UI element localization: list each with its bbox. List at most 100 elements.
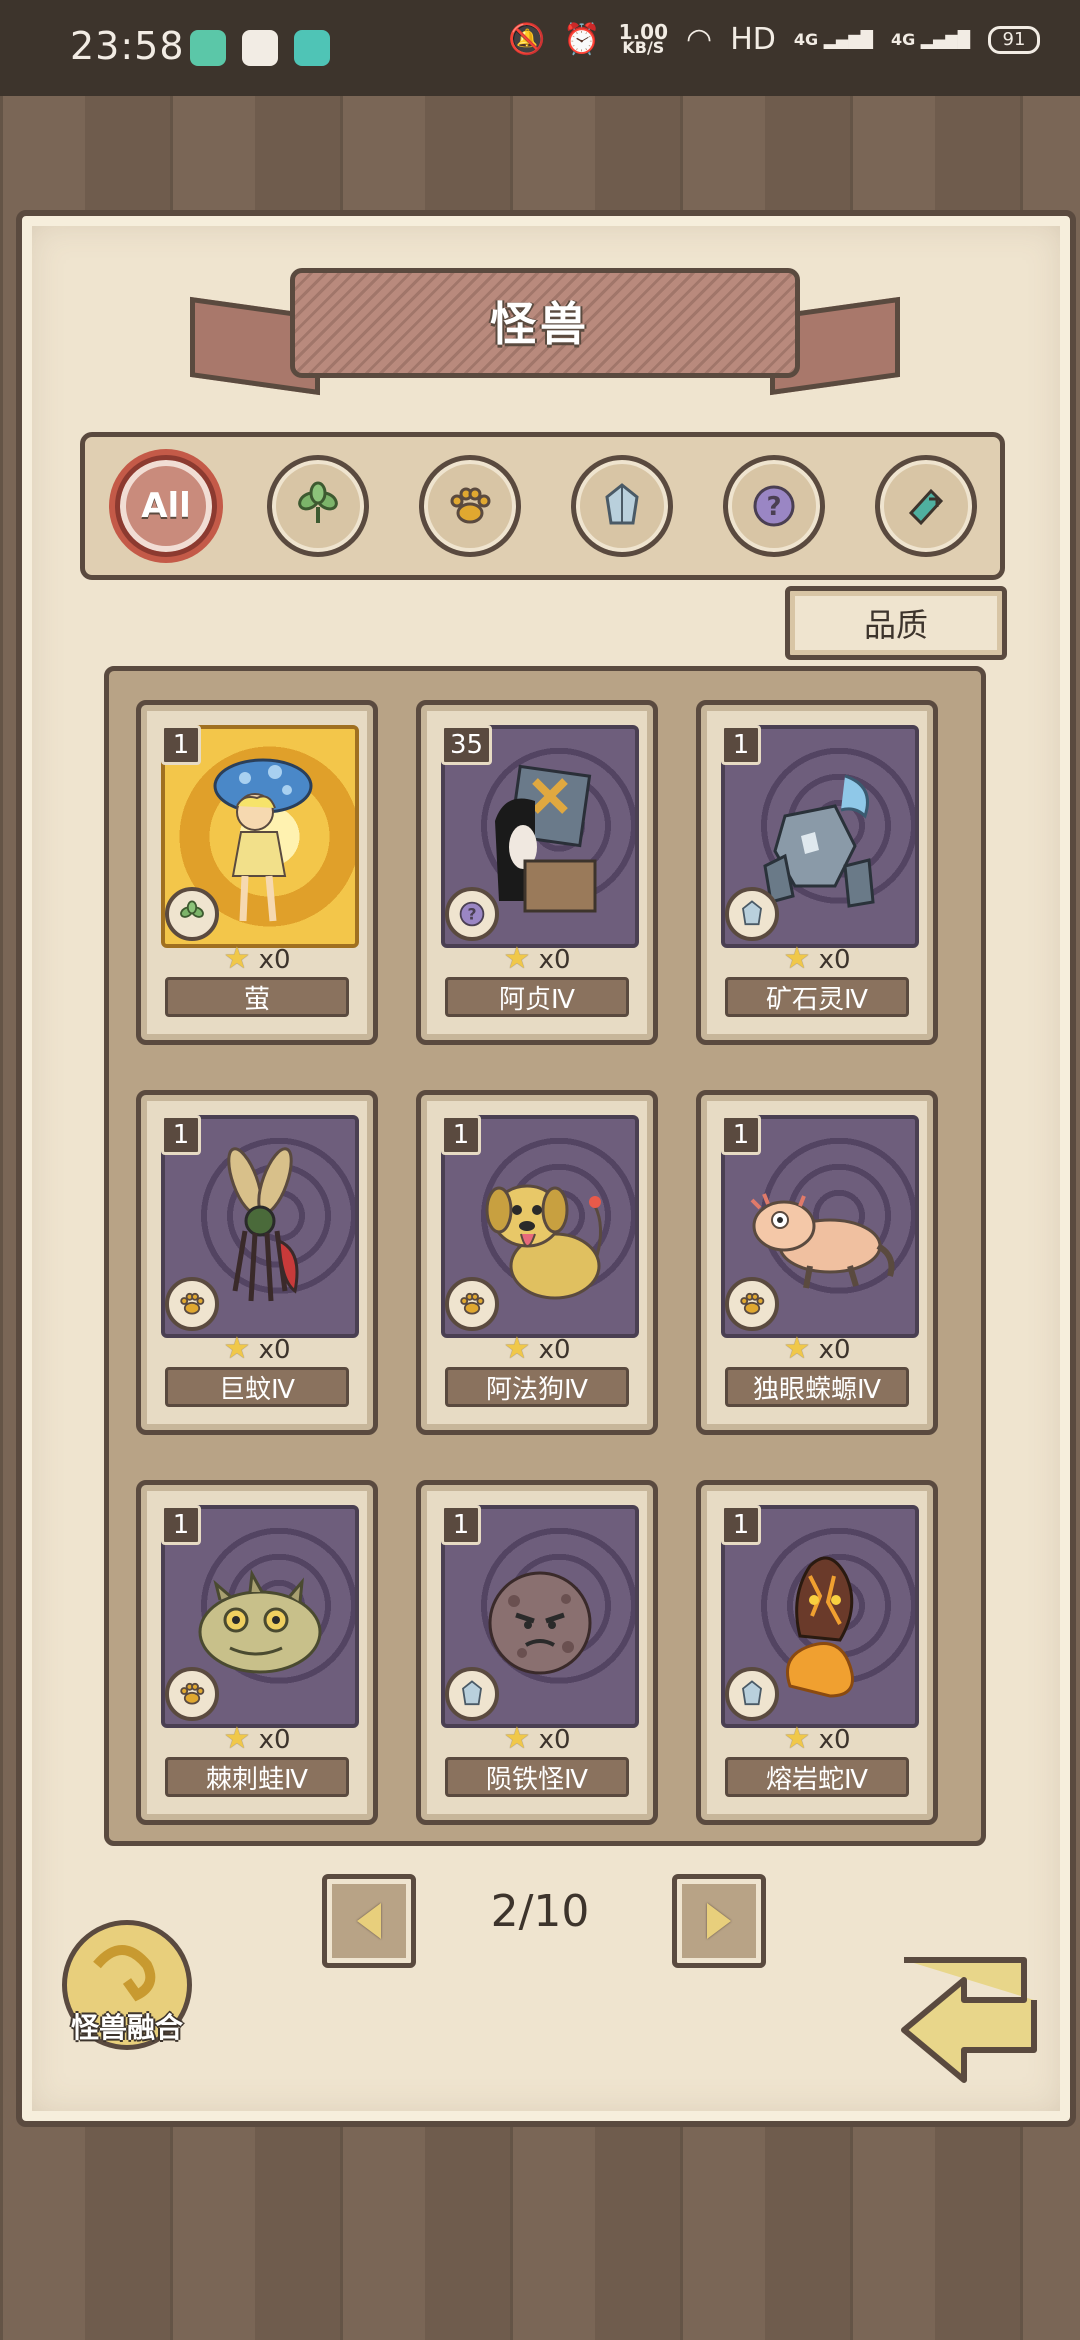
filter-all-button[interactable]: All (115, 455, 217, 557)
filter-all-label: All (141, 486, 191, 526)
network-speed-unit: KB/S (622, 37, 665, 57)
star-icon: ★ (503, 941, 531, 976)
arrow-right-icon (707, 1903, 731, 1939)
type-badge (445, 1667, 499, 1721)
paw-icon (180, 1292, 205, 1315)
category-filter-bar: All ? (80, 432, 1005, 580)
next-page-button[interactable] (672, 1874, 766, 1968)
owned-count-badge: 1 (161, 1115, 201, 1155)
monster-card-ore-spirit[interactable]: 1 ★ x0 矿石灵Ⅳ (696, 700, 938, 1045)
type-badge (725, 887, 779, 941)
star-icon: ★ (783, 941, 811, 976)
star-count: ★ x0 (701, 1331, 933, 1366)
monster-card-lava-snake[interactable]: 1 ★ x0 熔岩蛇Ⅳ (696, 1480, 938, 1825)
owned-count-badge: 1 (721, 1115, 761, 1155)
crystal-icon (742, 1680, 762, 1706)
prev-page-button[interactable] (322, 1874, 416, 1968)
monster-card-alpha-dog[interactable]: 1 ★ x0 阿法狗Ⅳ (416, 1090, 658, 1435)
monster-card-cyclops-newt[interactable]: 1 ★ x0 独眼蝾螈Ⅳ (696, 1090, 938, 1435)
star-icon: ★ (503, 1721, 531, 1756)
plant-icon (180, 900, 204, 918)
crystal-icon (462, 1680, 482, 1706)
signal-1-label: 4G (793, 29, 819, 49)
type-badge (165, 1277, 219, 1331)
monster-fusion-label: 怪兽融合 (70, 2011, 183, 2044)
type-badge (445, 1277, 499, 1331)
filter-plant-button[interactable] (267, 455, 369, 557)
star-count-value: x0 (258, 1725, 291, 1755)
monster-card-meteor-beast[interactable]: 1 ★ x0 陨铁怪Ⅳ (416, 1480, 658, 1825)
monster-name: 棘刺蛙Ⅳ (165, 1757, 349, 1797)
star-count-value: x0 (818, 1335, 851, 1365)
star-count: ★ x0 (701, 941, 933, 976)
filter-mineral-button[interactable] (571, 455, 673, 557)
signal-2-label: 4G (890, 29, 916, 49)
paw-icon (450, 487, 491, 524)
monster-name: 萤 (165, 977, 349, 1017)
chat-app-icon (294, 30, 330, 66)
star-count: ★ x0 (421, 1331, 653, 1366)
star-count: ★ x0 (141, 1331, 373, 1366)
star-icon: ★ (783, 1331, 811, 1366)
paw-icon (180, 1682, 205, 1705)
svg-text:?: ? (467, 905, 476, 923)
status-time: 23:58 (70, 24, 185, 68)
star-icon: ★ (783, 1721, 811, 1756)
star-count-value: x0 (258, 945, 291, 975)
monster-card-azhen[interactable]: 35 ? ★ x0 阿贞Ⅳ (416, 700, 658, 1045)
network-speed: 1.00 KB/S (619, 22, 668, 57)
star-icon: ★ (223, 941, 251, 976)
monster-name: 陨铁怪Ⅳ (445, 1757, 629, 1797)
app-notification-icon (190, 30, 226, 66)
meteor-beast-icon (488, 1571, 592, 1675)
filter-unknown-button[interactable]: ? (723, 455, 825, 557)
owned-count-badge: 1 (161, 725, 201, 765)
plant-icon (298, 481, 338, 523)
mute-icon: 🔕 (507, 22, 546, 57)
return-button[interactable] (884, 1940, 1044, 2090)
gear-icon (908, 488, 944, 526)
alarm-icon: ⏰ (563, 22, 601, 57)
hd-label: HD (730, 22, 776, 57)
star-icon: ★ (223, 1331, 251, 1366)
owned-count-badge: 1 (721, 725, 761, 765)
battery-indicator: 91 (988, 25, 1040, 54)
monster-name: 巨蚊Ⅳ (165, 1367, 349, 1407)
monster-name: 阿法狗Ⅳ (445, 1367, 629, 1407)
star-count: ★ x0 (701, 1721, 933, 1756)
question-icon: ? (459, 901, 485, 927)
star-count-value: x0 (538, 1335, 571, 1365)
monster-name: 独眼蝾螈Ⅳ (725, 1367, 909, 1407)
sort-quality-label: 品质 (863, 606, 928, 644)
monster-card-ying[interactable]: 1 ★ x0 萤 (136, 700, 378, 1045)
star-count: ★ x0 (421, 941, 653, 976)
star-count-value: x0 (258, 1335, 291, 1365)
return-arrow-icon (901, 1957, 1037, 2083)
paw-icon (460, 1292, 485, 1315)
star-count: ★ x0 (141, 1721, 373, 1756)
crystal-icon (605, 483, 639, 525)
paw-icon (740, 1292, 765, 1315)
page-title: 怪兽 (490, 297, 590, 351)
type-badge (165, 887, 219, 941)
title-banner: 怪兽 (190, 268, 900, 396)
type-badge (165, 1667, 219, 1721)
monster-card-giant-mosquito[interactable]: 1 ★ x0 巨蚊Ⅳ (136, 1090, 378, 1435)
monster-fusion-button[interactable]: 怪兽融合 (56, 1920, 192, 2054)
type-badge: ? (445, 887, 499, 941)
star-count: ★ x0 (421, 1721, 653, 1756)
star-icon: ★ (223, 1721, 251, 1756)
monster-card-spiny-frog[interactable]: 1 ★ x0 棘刺蛙Ⅳ (136, 1480, 378, 1825)
type-badge (725, 1277, 779, 1331)
owl-app-icon (242, 30, 278, 66)
filter-mechanical-button[interactable] (875, 455, 977, 557)
sort-quality-button[interactable]: 品质 (785, 586, 1007, 660)
signal-1: 4G ▂▄▆█ (793, 29, 873, 49)
star-icon: ★ (503, 1331, 531, 1366)
filter-beast-button[interactable] (419, 455, 521, 557)
monster-name: 熔岩蛇Ⅳ (725, 1757, 909, 1797)
monster-name: 阿贞Ⅳ (445, 977, 629, 1017)
question-icon: ? (753, 485, 795, 527)
wifi-icon: ◠ (686, 22, 713, 57)
owned-count-badge: 1 (441, 1505, 481, 1545)
